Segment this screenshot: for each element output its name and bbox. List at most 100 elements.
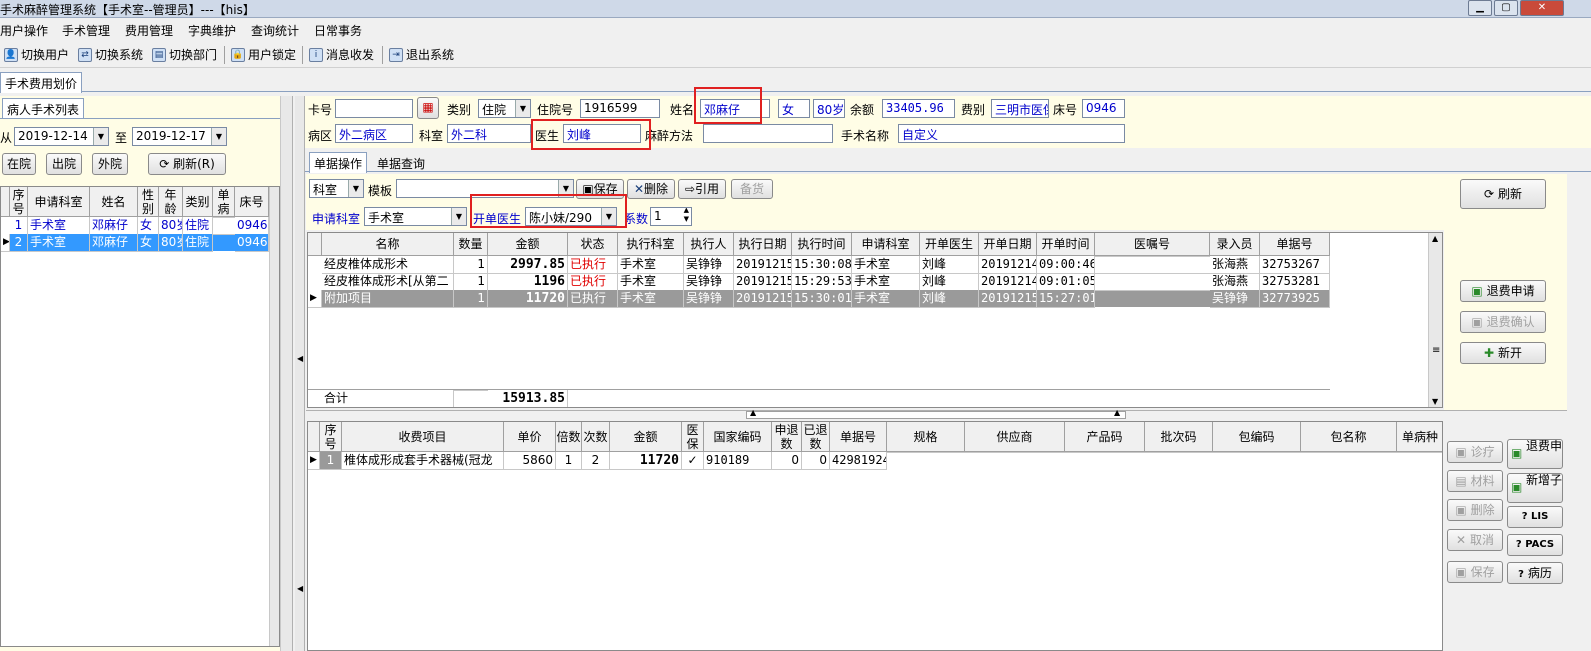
- main-tabstrip: 手术费用划价: [0, 70, 1591, 93]
- inpatient-button[interactable]: 在院: [2, 153, 36, 175]
- splitter[interactable]: ◀ ◀: [295, 96, 305, 651]
- highlight-box: [531, 119, 651, 150]
- to-date-picker[interactable]: 2019-12-17 ▼: [132, 127, 227, 146]
- menu-daily[interactable]: 日常事务: [314, 22, 362, 39]
- scroll-down-icon: ▼: [1432, 397, 1439, 406]
- bill-items-grid: 名称 数量 金额 状态 执行科室 执行人 执行日期 执行时间 申请科室 开单医生…: [307, 232, 1443, 408]
- vertical-scrollbar[interactable]: [269, 187, 279, 646]
- col-header: 单病种: [1397, 422, 1442, 452]
- panel-scrollbar[interactable]: [280, 96, 292, 651]
- col-header: 金额: [488, 233, 568, 256]
- toolbar: 👤 切换用户 ⇄ 切换系统 ▤ 切换部门 🔒 用户锁定 i 消息收发 ⇥ 退出系统: [0, 42, 1591, 68]
- tab-patient-surgery-list[interactable]: 病人手术列表: [2, 98, 85, 118]
- right-action-panel: ⟳ 刷新 ▣ 退费申请 ▣ 退费确认 ✚ 新开: [1444, 174, 1567, 410]
- apply-dept-select[interactable]: 手术室 ▼: [364, 207, 467, 226]
- chevron-down-icon: ▼: [93, 128, 108, 145]
- patient-list-panel: 病人手术列表 从 2019-12-14 ▼ 至 2019-12-17 ▼ 在院 出院…: [0, 96, 293, 651]
- col-header: 单病: [213, 187, 235, 217]
- scroll-thumb-icon: ≡: [1432, 345, 1441, 356]
- inpatient-no-input[interactable]: 1916599: [580, 99, 660, 118]
- message-button[interactable]: i 消息收发: [309, 46, 374, 63]
- table-row[interactable]: ▶ 附加项目 1 11720 已执行 手术室 吴铮铮 20191215 15:3…: [308, 290, 1330, 308]
- card-reader-button[interactable]: ▦: [417, 97, 439, 119]
- switch-dept-button[interactable]: ▤ 切换部门: [152, 46, 217, 63]
- refund-confirm-button[interactable]: ▣ 退费确认: [1460, 311, 1546, 333]
- anesthesia-input[interactable]: [703, 124, 833, 143]
- add-child-bill-button[interactable]: ▣新增子单: [1507, 473, 1563, 503]
- col-header: 执行科室: [618, 233, 684, 256]
- save-item-button[interactable]: ▣ 保存: [1447, 561, 1503, 583]
- menu-surgery[interactable]: 手术管理: [62, 22, 110, 39]
- table-row[interactable]: ▶ 2 手术室 邓麻仔 女 80岁 住院 0946: [1, 234, 269, 252]
- new-bill-button[interactable]: ✚ 新开: [1460, 342, 1546, 364]
- lis-button[interactable]: ? LIS: [1507, 506, 1563, 528]
- menu-statistics[interactable]: 查询统计: [251, 22, 299, 39]
- refresh-icon: ⟳: [1484, 187, 1495, 201]
- tab-surgery-fee-pricing[interactable]: 手术费用划价: [0, 72, 83, 93]
- cite-button[interactable]: ⇨引用: [678, 179, 726, 199]
- tab-bill-ops[interactable]: 单据操作: [309, 152, 368, 173]
- toolbar-separator: [382, 46, 383, 64]
- discharged-button[interactable]: 出院: [46, 153, 82, 175]
- fee-type-field: 三明市医保: [991, 99, 1049, 118]
- col-header: 单价: [504, 422, 556, 452]
- material-button[interactable]: ▤ 材料: [1447, 470, 1503, 492]
- col-header: 倍数: [556, 422, 582, 452]
- diagnosis-button[interactable]: ▣ 诊疗: [1447, 441, 1503, 463]
- exit-button[interactable]: ⇥ 退出系统: [389, 46, 454, 63]
- cite-icon: ⇨: [684, 182, 696, 196]
- menu-dictionary[interactable]: 字典维护: [188, 22, 236, 39]
- close-button[interactable]: ✕: [1520, 0, 1564, 16]
- user-icon: 👤: [4, 47, 18, 62]
- chevron-up-icon: ▲: [750, 408, 757, 417]
- title-bar: 手术麻醉管理系统【手术室--管理员】---【his】 ▁ ▢ ✕: [0, 0, 1591, 18]
- diagnosis-icon: ▣: [1455, 445, 1467, 459]
- menu-fees[interactable]: 费用管理: [125, 22, 173, 39]
- table-row[interactable]: 经皮椎体成形术[从第二 1 1196 已执行 手术室 吴铮铮 20191215 …: [308, 273, 1330, 291]
- col-header: 执行人: [684, 233, 734, 256]
- bed-label: 床号: [1053, 103, 1078, 117]
- from-date-picker[interactable]: 2019-12-14 ▼: [14, 127, 109, 146]
- type-select[interactable]: 住院 ▼: [478, 99, 531, 118]
- row-indicator-header: [308, 422, 320, 452]
- user-lock-button[interactable]: 🔒 用户锁定: [231, 46, 296, 63]
- coefficient-stepper[interactable]: 1 ▲ ▼: [650, 207, 692, 226]
- pacs-button[interactable]: ? PACS: [1507, 534, 1563, 556]
- material-icon: ▤: [1455, 474, 1467, 488]
- switch-user-button[interactable]: 👤 切换用户: [4, 46, 69, 63]
- col-header: 序号: [10, 187, 28, 217]
- col-header: 国家编码: [704, 422, 772, 452]
- insurance-checkbox[interactable]: ✓: [682, 452, 704, 470]
- dept-icon: ▤: [152, 47, 166, 62]
- delete-template-button[interactable]: ✕删除: [627, 179, 675, 199]
- table-row[interactable]: ▶ 1 椎体成形成套手术器械(冠龙 5860 1 2 11720 ✓ 91018…: [308, 452, 1442, 470]
- maximize-button[interactable]: ▢: [1494, 0, 1518, 16]
- switch-system-button[interactable]: ⇄ 切换系统: [78, 46, 143, 63]
- menu-user-ops[interactable]: 用户操作: [0, 22, 48, 39]
- col-header: 数量: [454, 233, 488, 256]
- table-row[interactable]: 1 手术室 邓麻仔 女 80岁 住院 0946: [1, 217, 279, 235]
- refresh-list-button[interactable]: ⟳ 刷新(R): [148, 153, 226, 175]
- horizontal-splitter[interactable]: ▲ ▲: [306, 408, 1567, 420]
- minimize-button[interactable]: ▁: [1468, 0, 1492, 16]
- charge-items-grid: 序号 收费项目 单价 倍数 次数 金额 医保 国家编码 申退数 已退数 单据号 …: [307, 421, 1443, 651]
- col-header: 申请科室: [28, 187, 90, 217]
- refresh-icon: ⟳: [159, 157, 170, 171]
- refund-apply-item-button[interactable]: ▣退费申请: [1507, 439, 1563, 469]
- medical-record-button[interactable]: ? 病历: [1507, 562, 1563, 584]
- refund-apply-button[interactable]: ▣ 退费申请: [1460, 280, 1546, 302]
- col-header: 开单日期: [979, 233, 1037, 256]
- vertical-scrollbar[interactable]: ▲ ≡ ▼: [1428, 233, 1442, 407]
- tab-bill-query[interactable]: 单据查询: [377, 155, 425, 172]
- dept-select[interactable]: 科室 ▼: [309, 179, 364, 198]
- outpatient-button[interactable]: 外院: [92, 153, 128, 175]
- table-row[interactable]: 经皮椎体成形术 1 2997.85 已执行 手术室 吴铮铮 20191215 1…: [308, 256, 1330, 274]
- cancel-button[interactable]: ✕ 取消: [1447, 529, 1503, 551]
- col-header: 执行时间: [792, 233, 852, 256]
- card-input[interactable]: [335, 99, 413, 118]
- col-header: 医嘱号: [1095, 233, 1210, 256]
- refresh-button[interactable]: ⟳ 刷新: [1460, 179, 1546, 209]
- op-name-label: 手术名称: [841, 129, 890, 143]
- delete-item-button[interactable]: ▣ 删除: [1447, 499, 1503, 521]
- stock-button[interactable]: 备货: [731, 179, 773, 199]
